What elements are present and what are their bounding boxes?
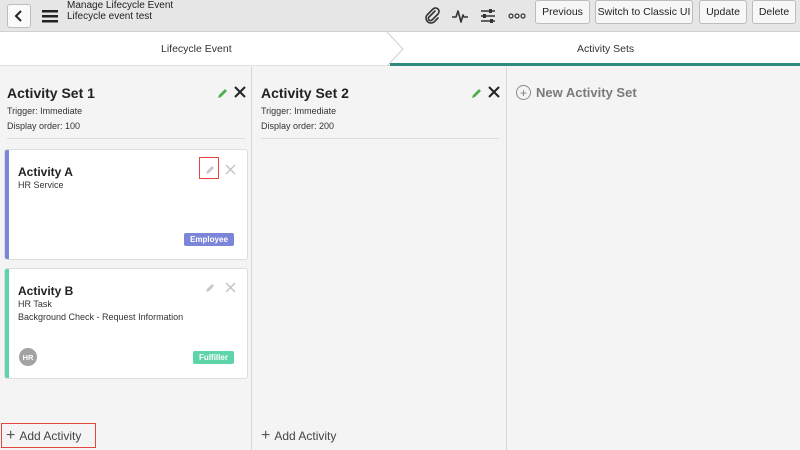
record-title-line2: Lifecycle event test bbox=[67, 11, 153, 22]
edit-pencil-icon[interactable] bbox=[469, 86, 483, 100]
activity-card[interactable]: Activity B HR Task Background Check - Re… bbox=[4, 268, 248, 379]
add-activity-button[interactable]: + Add Activity bbox=[261, 427, 337, 444]
activity-subtitle: HR Task bbox=[18, 299, 52, 309]
add-circle-icon: + bbox=[516, 85, 531, 100]
activity-title: Activity B bbox=[18, 284, 74, 298]
activity-set-column-2: Activity Set 2 Trigger: Immediate Displa… bbox=[253, 67, 507, 450]
edit-pencil-icon[interactable] bbox=[215, 86, 229, 100]
add-activity-label: Add Activity bbox=[274, 429, 337, 443]
activity-set-trigger: Trigger: Immediate bbox=[261, 106, 337, 116]
previous-button[interactable]: Previous bbox=[535, 0, 590, 24]
close-icon[interactable] bbox=[223, 162, 237, 176]
tab-lifecycle-event[interactable]: Lifecycle Event bbox=[161, 43, 232, 55]
activity-set-column-1: Activity Set 1 Trigger: Immediate Displa… bbox=[0, 67, 252, 450]
activity-set-title: Activity Set 2 bbox=[261, 85, 349, 101]
tab-separator-chevron bbox=[386, 32, 404, 66]
activity-set-trigger: Trigger: Immediate bbox=[7, 106, 83, 116]
attachment-icon[interactable] bbox=[421, 5, 443, 27]
close-icon[interactable] bbox=[223, 280, 237, 294]
edit-pencil-icon[interactable] bbox=[203, 281, 217, 295]
more-options-icon[interactable] bbox=[506, 5, 528, 27]
close-icon[interactable] bbox=[487, 85, 501, 99]
active-tab-indicator bbox=[390, 63, 800, 66]
activity-set-display-order: Display order: 100 bbox=[7, 121, 81, 131]
close-icon[interactable] bbox=[233, 85, 247, 99]
hamburger-menu-icon[interactable] bbox=[40, 6, 60, 26]
activity-subtitle: HR Service bbox=[18, 180, 64, 190]
switch-to-classic-ui-button[interactable]: Switch to Classic UI bbox=[595, 0, 693, 24]
new-activity-set-column: + New Activity Set bbox=[508, 67, 800, 450]
activity-type-bar bbox=[5, 150, 9, 259]
activity-description: Background Check - Request Information bbox=[18, 312, 184, 322]
role-badge-fulfiller: Fulfiller bbox=[193, 351, 234, 364]
avatar: HR bbox=[19, 348, 37, 366]
chevron-left-icon bbox=[14, 10, 22, 22]
divider bbox=[7, 138, 245, 139]
delete-button[interactable]: Delete bbox=[752, 0, 796, 24]
record-title: Manage Lifecycle Event Lifecycle event t… bbox=[67, 0, 173, 22]
tab-activity-sets[interactable]: Activity Sets bbox=[577, 43, 634, 55]
update-button[interactable]: Update bbox=[699, 0, 747, 24]
settings-sliders-icon[interactable] bbox=[477, 5, 499, 27]
activity-title: Activity A bbox=[18, 165, 73, 179]
activity-set-display-order: Display order: 200 bbox=[261, 121, 335, 131]
tab-bar: Lifecycle Event Activity Sets bbox=[0, 32, 800, 66]
divider bbox=[261, 138, 499, 139]
header-bar: Manage Lifecycle Event Lifecycle event t… bbox=[0, 0, 800, 32]
role-badge-employee: Employee bbox=[184, 233, 234, 246]
edit-highlight-marker bbox=[199, 157, 219, 179]
new-activity-set-button[interactable]: + New Activity Set bbox=[516, 85, 637, 100]
activity-type-bar bbox=[5, 269, 9, 378]
record-title-line1: Manage Lifecycle Event bbox=[67, 0, 174, 11]
back-button[interactable] bbox=[7, 4, 31, 28]
activity-set-title: Activity Set 1 bbox=[7, 85, 95, 101]
activity-pulse-icon[interactable] bbox=[449, 5, 471, 27]
plus-icon: + bbox=[261, 427, 271, 444]
add-activity-highlight-marker bbox=[1, 423, 96, 448]
new-activity-set-label: New Activity Set bbox=[536, 85, 637, 100]
